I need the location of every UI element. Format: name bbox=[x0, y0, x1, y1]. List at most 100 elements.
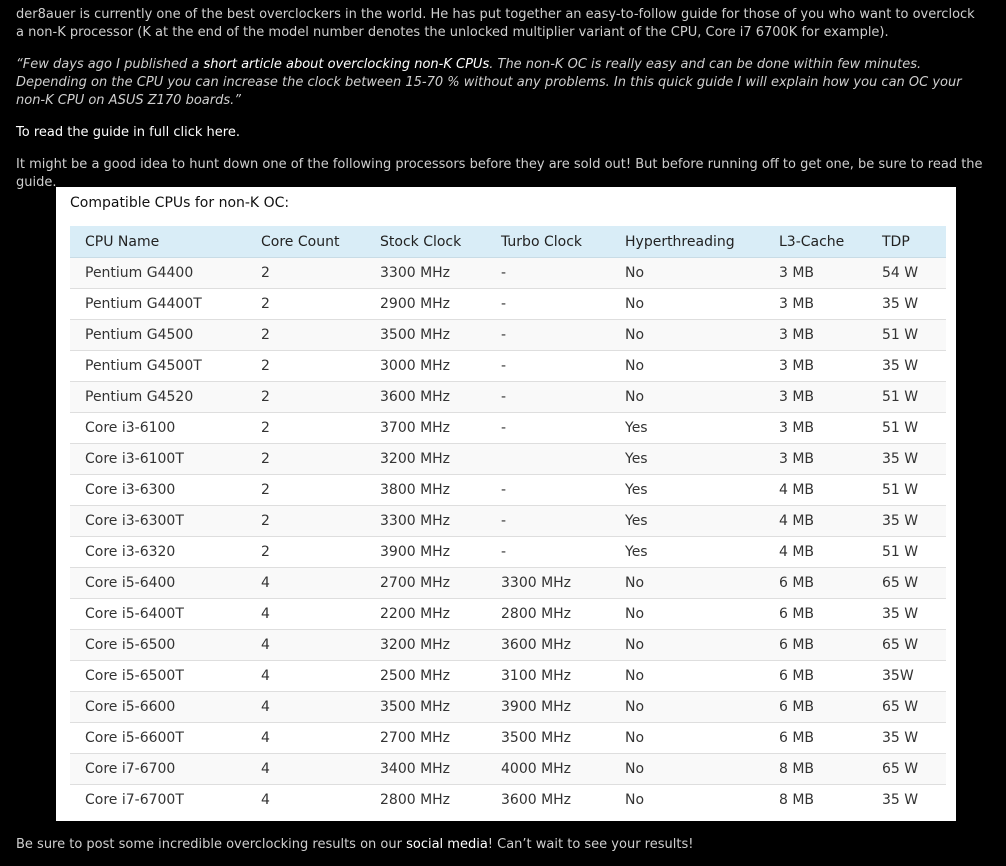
l3-cache-cell: 6 MB bbox=[764, 629, 867, 661]
tdp-cell: 35 W bbox=[867, 288, 946, 320]
cpu-name-cell: Pentium G4500T bbox=[70, 350, 246, 382]
turbo-clock-cell: - bbox=[486, 350, 610, 382]
core-count-cell: 2 bbox=[246, 412, 365, 444]
core-count-cell: 2 bbox=[246, 350, 365, 382]
table-row: Pentium G4400 2 3300 MHz - No 3 MB 54 W bbox=[70, 257, 946, 289]
turbo-clock-cell: - bbox=[486, 319, 610, 351]
hyperthreading-cell: Yes bbox=[610, 536, 764, 568]
core-count-cell: 2 bbox=[246, 474, 365, 506]
tdp-cell: 35 W bbox=[867, 784, 946, 815]
table-row: Core i5-6600T 4 2700 MHz 3500 MHz No 6 MB 35 W bbox=[70, 722, 946, 754]
turbo-clock-cell: 4000 MHz bbox=[486, 753, 610, 785]
tdp-cell: 35 W bbox=[867, 350, 946, 382]
core-count-cell: 4 bbox=[246, 722, 365, 754]
table-row: Core i5-6600 4 3500 MHz 3900 MHz No 6 MB 65 W bbox=[70, 691, 946, 723]
stock-clock-cell: 3800 MHz bbox=[365, 474, 486, 506]
cpu-name-cell: Core i5-6500T bbox=[70, 660, 246, 692]
stock-clock-cell: 2900 MHz bbox=[365, 288, 486, 320]
cpu-name-cell: Core i3-6300T bbox=[70, 505, 246, 537]
tdp-cell: 54 W bbox=[867, 257, 946, 289]
l3-cache-cell: 6 MB bbox=[764, 691, 867, 723]
cpu-name-cell: Core i5-6400T bbox=[70, 598, 246, 630]
stock-clock-cell: 3200 MHz bbox=[365, 629, 486, 661]
hyperthreading-cell: No bbox=[610, 567, 764, 599]
table-row: Pentium G4400T 2 2900 MHz - No 3 MB 35 W bbox=[70, 288, 946, 320]
stock-clock-cell: 2700 MHz bbox=[365, 722, 486, 754]
header-core-count: Core Count bbox=[246, 226, 365, 258]
l3-cache-cell: 3 MB bbox=[764, 319, 867, 351]
quote-text-before: “Few days ago I published a bbox=[16, 57, 204, 72]
l3-cache-cell: 3 MB bbox=[764, 288, 867, 320]
core-count-cell: 2 bbox=[246, 319, 365, 351]
table-row: Core i7-6700T 4 2800 MHz 3600 MHz No 8 MB 35 W bbox=[70, 784, 946, 815]
header-hyperthreading: Hyperthreading bbox=[610, 226, 764, 258]
stock-clock-cell: 2800 MHz bbox=[365, 784, 486, 815]
stock-clock-cell: 3500 MHz bbox=[365, 319, 486, 351]
header-stock-clock: Stock Clock bbox=[365, 226, 486, 258]
hyperthreading-cell: No bbox=[610, 722, 764, 754]
hyperthreading-cell: No bbox=[610, 691, 764, 723]
turbo-clock-cell: - bbox=[486, 257, 610, 289]
table-header-row: CPU Name Core Count Stock Clock Turbo Cl… bbox=[70, 226, 946, 258]
turbo-clock-cell: 3600 MHz bbox=[486, 784, 610, 815]
core-count-cell: 2 bbox=[246, 505, 365, 537]
core-count-cell: 4 bbox=[246, 660, 365, 692]
hyperthreading-cell: Yes bbox=[610, 474, 764, 506]
click-here-link[interactable]: click here bbox=[173, 125, 235, 140]
turbo-clock-cell: - bbox=[486, 412, 610, 444]
core-count-cell: 4 bbox=[246, 784, 365, 815]
cpu-name-cell: Core i3-6300 bbox=[70, 474, 246, 506]
turbo-clock-cell: 3900 MHz bbox=[486, 691, 610, 723]
table-row: Pentium G4500 2 3500 MHz - No 3 MB 51 W bbox=[70, 319, 946, 351]
l3-cache-cell: 4 MB bbox=[764, 536, 867, 568]
tdp-cell: 65 W bbox=[867, 567, 946, 599]
cpu-name-cell: Pentium G4500 bbox=[70, 319, 246, 351]
l3-cache-cell: 6 MB bbox=[764, 598, 867, 630]
article-link[interactable]: short article about overclocking non-K C… bbox=[204, 57, 490, 72]
quote-paragraph: “Few days ago I published a short articl… bbox=[16, 56, 986, 110]
cpu-name-cell: Core i5-6600T bbox=[70, 722, 246, 754]
cpu-name-cell: Pentium G4520 bbox=[70, 381, 246, 413]
compatible-cpus-panel: Compatible CPUs for non-K OC: CPU Name C… bbox=[56, 187, 956, 821]
hyperthreading-cell: No bbox=[610, 660, 764, 692]
stock-clock-cell: 2200 MHz bbox=[365, 598, 486, 630]
turbo-clock-cell: - bbox=[486, 505, 610, 537]
l3-cache-cell: 3 MB bbox=[764, 257, 867, 289]
table-row: Core i3-6100T 2 3200 MHz Yes 3 MB 35 W bbox=[70, 443, 946, 475]
l3-cache-cell: 8 MB bbox=[764, 753, 867, 785]
turbo-clock-cell: 3600 MHz bbox=[486, 629, 610, 661]
core-count-cell: 2 bbox=[246, 443, 365, 475]
l3-cache-cell: 6 MB bbox=[764, 660, 867, 692]
cpu-name-cell: Core i7-6700 bbox=[70, 753, 246, 785]
cpu-name-cell: Pentium G4400 bbox=[70, 257, 246, 289]
core-count-cell: 2 bbox=[246, 381, 365, 413]
header-l3-cache: L3-Cache bbox=[764, 226, 867, 258]
tdp-cell: 51 W bbox=[867, 381, 946, 413]
tdp-cell: 51 W bbox=[867, 536, 946, 568]
header-cpu-name: CPU Name bbox=[70, 226, 246, 258]
hyperthreading-cell: Yes bbox=[610, 505, 764, 537]
read-full-text: To read the guide in full bbox=[16, 125, 174, 140]
table-row: Core i3-6300T 2 3300 MHz - Yes 4 MB 35 W bbox=[70, 505, 946, 537]
hyperthreading-cell: No bbox=[610, 319, 764, 351]
core-count-cell: 4 bbox=[246, 691, 365, 723]
social-media-link[interactable]: social media bbox=[406, 837, 488, 852]
table-row: Core i3-6300 2 3800 MHz - Yes 4 MB 51 W bbox=[70, 474, 946, 506]
cpu-name-cell: Core i5-6400 bbox=[70, 567, 246, 599]
outro-text-before: Be sure to post some incredible overcloc… bbox=[16, 837, 407, 852]
stock-clock-cell: 3300 MHz bbox=[365, 505, 486, 537]
hyperthreading-cell: No bbox=[610, 598, 764, 630]
tdp-cell: 65 W bbox=[867, 691, 946, 723]
table-row: Core i3-6320 2 3900 MHz - Yes 4 MB 51 W bbox=[70, 536, 946, 568]
hyperthreading-cell: No bbox=[610, 784, 764, 815]
outro-paragraph: Be sure to post some incredible overcloc… bbox=[16, 836, 986, 854]
core-count-cell: 4 bbox=[246, 567, 365, 599]
cpu-name-cell: Core i3-6100T bbox=[70, 443, 246, 475]
stock-clock-cell: 3400 MHz bbox=[365, 753, 486, 785]
read-full-period: . bbox=[235, 125, 240, 140]
table-row: Pentium G4500T 2 3000 MHz - No 3 MB 35 W bbox=[70, 350, 946, 382]
hyperthreading-cell: No bbox=[610, 288, 764, 320]
stock-clock-cell: 3200 MHz bbox=[365, 443, 486, 475]
stock-clock-cell: 2700 MHz bbox=[365, 567, 486, 599]
cpu-name-cell: Pentium G4400T bbox=[70, 288, 246, 320]
